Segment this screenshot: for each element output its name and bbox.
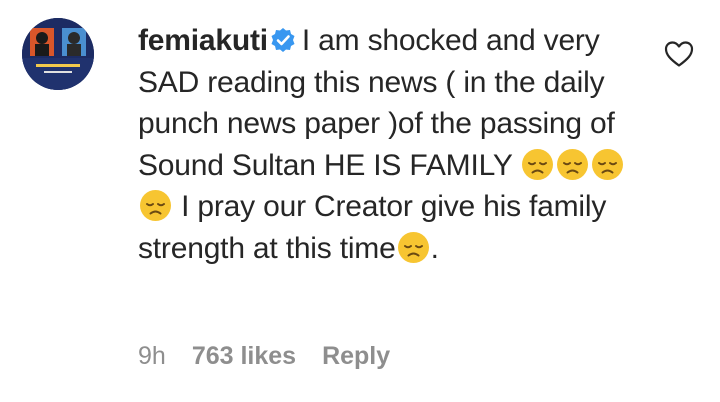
heart-icon[interactable] — [664, 40, 694, 68]
comment-likes-count[interactable]: 763 likes — [192, 342, 296, 371]
sad-face-emoji — [591, 148, 624, 181]
comment-meta: 9h 763 likes Reply — [138, 342, 390, 371]
comment-username[interactable]: femiakuti — [138, 24, 268, 57]
reply-button[interactable]: Reply — [322, 342, 390, 371]
comment-text-part3: . — [430, 231, 439, 265]
sad-face-emoji — [556, 148, 589, 181]
avatar[interactable] — [22, 18, 94, 90]
sad-face-emoji — [139, 189, 172, 222]
comment: femiakuti I am shocked and very SAD readi… — [0, 0, 720, 402]
comment-time[interactable]: 9h — [138, 342, 166, 371]
verified-badge-icon — [270, 27, 296, 53]
avatar-image — [22, 18, 94, 90]
comment-body: femiakuti I am shocked and very SAD readi… — [138, 20, 648, 269]
comment-text-part2: I pray our Creator give his family stren… — [138, 190, 607, 265]
sad-face-emoji — [397, 231, 430, 264]
sad-face-emoji — [521, 148, 554, 181]
